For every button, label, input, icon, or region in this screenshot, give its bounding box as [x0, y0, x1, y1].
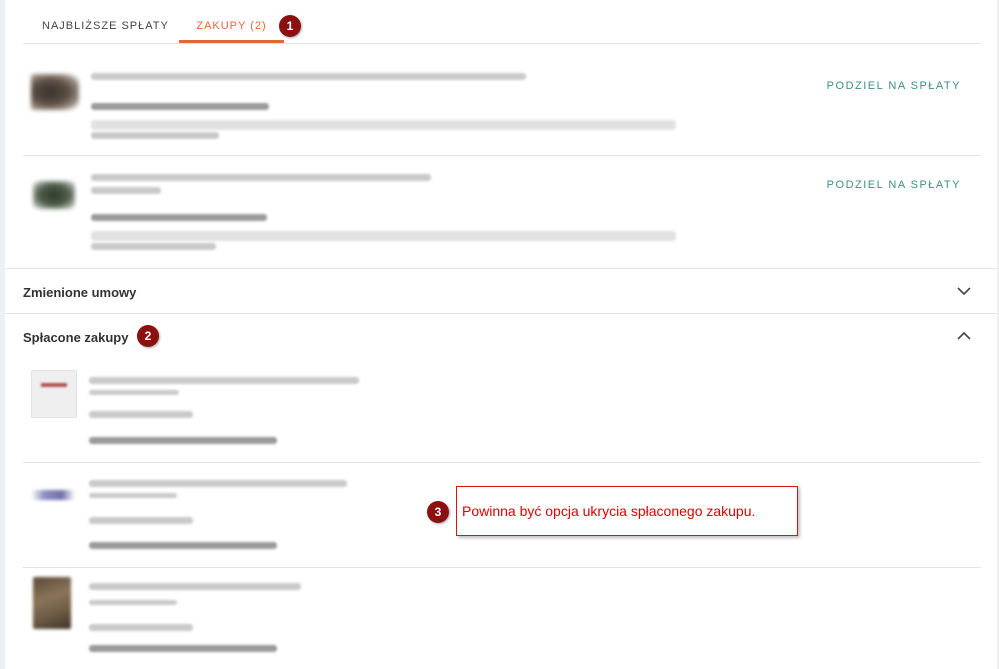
tab-bar: NAJBLIŻSZE SPŁATY ZAKUPY (2): [23, 0, 981, 44]
annotation-badge-3: 3: [427, 501, 449, 523]
tab-upcoming-payments[interactable]: NAJBLIŻSZE SPŁATY: [42, 20, 169, 32]
annotation-note: Powinna być opcja ukrycia spłaconego zak…: [456, 486, 798, 536]
paid-date-blurred: [89, 645, 277, 652]
price-blurred: [91, 103, 269, 110]
active-tab-indicator: [179, 40, 284, 43]
split-into-installments-button[interactable]: PODZIEL NA SPŁATY: [827, 179, 961, 191]
chevron-up-icon[interactable]: [957, 329, 971, 343]
paid-purchase-item[interactable]: [23, 569, 981, 669]
product-name-blurred: [91, 73, 526, 80]
product-thumbnail: [31, 490, 75, 500]
product-variant-blurred: [89, 493, 177, 498]
annotation-note-text: Powinna być opcja ukrycia spłaconego zak…: [462, 503, 756, 519]
price-blurred: [91, 214, 267, 221]
product-variant-blurred: [91, 187, 161, 194]
date-blurred: [91, 243, 216, 250]
annotation-badge-2: 2: [137, 325, 159, 347]
paid-date-blurred: [89, 542, 277, 549]
product-name-blurred: [91, 174, 431, 181]
product-thumbnail: [31, 370, 77, 418]
changed-contracts-section[interactable]: Zmienione umowy: [5, 268, 997, 314]
purchase-item[interactable]: PODZIEL NA SPŁATY: [23, 44, 981, 156]
date-blurred: [91, 132, 219, 139]
product-variant-blurred: [89, 600, 177, 605]
annotation-badge-1: 1: [279, 15, 301, 37]
product-thumbnail: [33, 181, 75, 209]
product-name-blurred: [89, 583, 301, 590]
price-blurred: [89, 517, 193, 524]
progress-blurred: [91, 231, 676, 241]
product-name-blurred: [89, 377, 359, 384]
price-blurred: [89, 411, 193, 418]
section-title: Spłacone zakupy: [23, 330, 129, 345]
product-thumbnail: [33, 577, 71, 629]
product-variant-blurred: [89, 390, 179, 395]
price-blurred: [89, 624, 193, 631]
section-title: Zmienione umowy: [23, 285, 137, 300]
chevron-down-icon[interactable]: [957, 284, 971, 298]
paid-purchase-item[interactable]: [23, 360, 981, 463]
paid-date-blurred: [89, 437, 277, 444]
product-thumbnail: [31, 74, 79, 110]
split-into-installments-button[interactable]: PODZIEL NA SPŁATY: [827, 80, 961, 92]
product-name-blurred: [89, 480, 347, 487]
purchase-item[interactable]: PODZIEL NA SPŁATY: [23, 157, 981, 268]
progress-blurred: [91, 120, 676, 130]
